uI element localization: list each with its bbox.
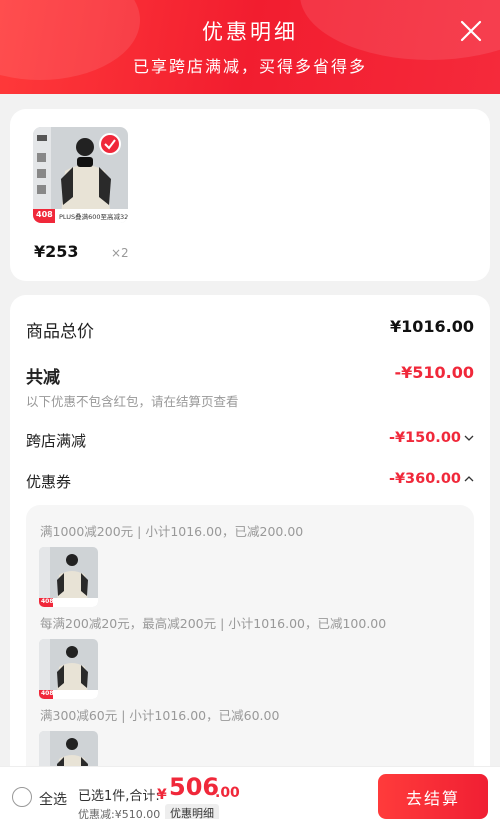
discount-summary-card: 商品总价 ¥1016.00 共减 -¥510.00 以下优惠不包含红包，请在结算… (10, 295, 490, 819)
close-icon[interactable] (460, 20, 482, 42)
reduce-label: 共减 (26, 368, 60, 388)
coupon-product-thumb: 408 (39, 639, 98, 699)
total-value: ¥1016.00 (389, 317, 474, 336)
cross-store-value: -¥150.00 (388, 430, 461, 446)
total-label: 商品总价 (26, 322, 94, 342)
select-all-label[interactable]: 全选 (39, 789, 67, 809)
coupon-rule: 满1000减200元 | 小计1016.00，已减200.00 (40, 524, 304, 539)
coupon-rule: 满300减60元 | 小计1016.00，已减60.00 (40, 708, 280, 723)
coupon-value: -¥360.00 (388, 471, 461, 487)
page-title: 优惠明细 (202, 20, 298, 44)
amount-integer: 506 (169, 773, 220, 801)
selected-summary: 已选1件,合计: (78, 789, 160, 804)
image-promo: PLUS叠满600至高减320 (59, 213, 128, 221)
selected-check-icon[interactable] (99, 133, 121, 155)
reduce-summary: 优惠减:¥510.00 (78, 808, 161, 819)
checkout-button[interactable]: 去结算 (378, 774, 488, 819)
reduce-value: -¥510.00 (394, 363, 474, 382)
amount-symbol: ¥ (157, 787, 167, 803)
header-banner: 优惠明细 已享跨店满减，买得多省得多 (0, 0, 500, 94)
thumb-badge: 408 (41, 690, 54, 697)
cross-store-toggle[interactable]: -¥150.00 (389, 430, 474, 446)
amount-decimal: .00 (215, 785, 240, 801)
chevron-down-icon (464, 435, 474, 441)
discount-note: 以下优惠不包含红包，请在结算页查看 (26, 394, 239, 409)
select-all-radio[interactable] (12, 787, 32, 807)
image-badge: 408 (36, 210, 53, 219)
product-card: 408 PLUS叠满600至高减320 ¥253 ×2 (10, 109, 490, 281)
coupon-detail-list: 满1000减200元 | 小计1016.00，已减200.00 408 每满20… (26, 505, 474, 785)
bottom-checkout-bar: 全选 已选1件,合计: ¥ 506 .00 优惠减:¥510.00 优惠明细 去… (0, 766, 500, 819)
cross-store-label: 跨店满减 (26, 432, 87, 450)
coupon-rule: 每满200减20元，最高减200元 | 小计1016.00，已减100.00 (40, 616, 387, 631)
product-quantity: ×2 (111, 246, 129, 260)
coupon-label: 优惠券 (26, 473, 72, 491)
discount-detail-button[interactable]: 优惠明细 (165, 804, 219, 819)
product-price: ¥253 (34, 242, 79, 261)
thumb-badge: 408 (41, 598, 54, 605)
coupon-product-thumb: 408 (39, 547, 98, 607)
page-subtitle: 已享跨店满减，买得多省得多 (132, 57, 367, 76)
coupon-toggle[interactable]: -¥360.00 (389, 471, 474, 487)
chevron-up-icon (464, 476, 474, 482)
